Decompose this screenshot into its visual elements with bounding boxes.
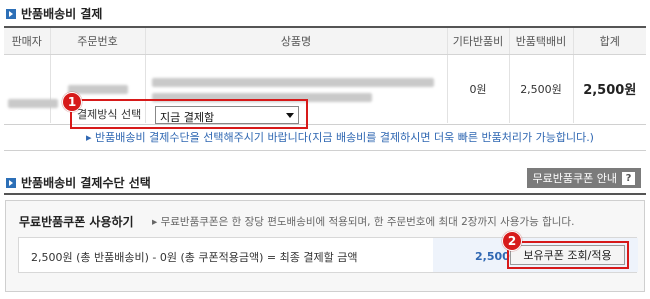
coupon-apply-button[interactable]: 보유쿠폰 조회/적용 <box>510 245 625 265</box>
column-header-seller: 판매자 <box>4 28 50 55</box>
payment-notice-text: 반품배송비 결제수단을 선택해주시기 바랍니다(지금 배송비를 결제하시면 더욱… <box>95 131 594 144</box>
coupon-description: ▸ 무료반품쿠폰은 한 장당 편도배송비에 적용되며, 한 주문번호에 최대 2… <box>152 214 574 229</box>
arrow-right-icon: ▸ <box>152 216 161 228</box>
etc-fee-cell: 0원 <box>446 54 509 123</box>
payment-method-select[interactable]: 지금 결제함 <box>155 106 299 124</box>
coupon-title: 무료반품쿠폰 사용하기 <box>19 215 134 229</box>
bullet-arrow-icon <box>6 8 16 19</box>
dropdown-arrow-icon <box>286 113 294 118</box>
section-title-payment-method: 반품배송비 결제수단 선택 <box>6 174 151 191</box>
column-header-product-name: 상품명 <box>144 28 447 55</box>
calculation-text: 2,500원 (총 반품배송비) - 0원 (총 쿠폰적용금액) = 최종 결제… <box>31 251 358 264</box>
section-divider <box>4 150 646 151</box>
table-header-row: 판매자 주문번호 상품명 기타반품비 반품택배비 합계 <box>4 28 646 55</box>
payment-method-selected-value: 지금 결제함 <box>160 111 215 124</box>
arrow-right-icon: ▸ <box>86 131 96 144</box>
section-title-text: 반품배송비 결제 <box>21 7 103 21</box>
section-title-return-fee: 반품배송비 결제 <box>6 5 102 22</box>
product-name-redacted <box>151 78 434 87</box>
section-title-text: 반품배송비 결제수단 선택 <box>21 176 151 190</box>
callout-badge-2: 2 <box>502 231 522 251</box>
column-header-etc-fee: 기타반품비 <box>446 28 509 55</box>
divider <box>4 193 646 195</box>
column-header-order-number: 주문번호 <box>49 28 145 55</box>
coupon-description-text: 무료반품쿠폰은 한 장당 편도배송비에 적용되며, 한 주문번호에 최대 2장까… <box>160 216 575 228</box>
column-header-delivery-fee: 반품택배비 <box>508 28 573 55</box>
delivery-fee-cell: 2,500원 <box>508 54 573 123</box>
seller-cell <box>4 54 50 123</box>
payment-method-label: 결제방식 선택 <box>77 108 142 121</box>
column-header-total: 합계 <box>572 28 646 55</box>
free-coupon-guide-button[interactable]: 무료반품쿠폰 안내 ? <box>526 168 641 188</box>
free-coupon-guide-label: 무료반품쿠폰 안내 <box>532 172 617 185</box>
help-icon: ? <box>622 171 635 185</box>
bullet-arrow-icon <box>6 177 16 188</box>
seller-name-redacted <box>8 99 58 108</box>
total-cell: 2,500원 <box>572 54 646 123</box>
payment-notice: ▸ 반품배송비 결제수단을 선택해주시기 바랍니다(지금 배송비를 결제하시면 … <box>86 129 594 145</box>
